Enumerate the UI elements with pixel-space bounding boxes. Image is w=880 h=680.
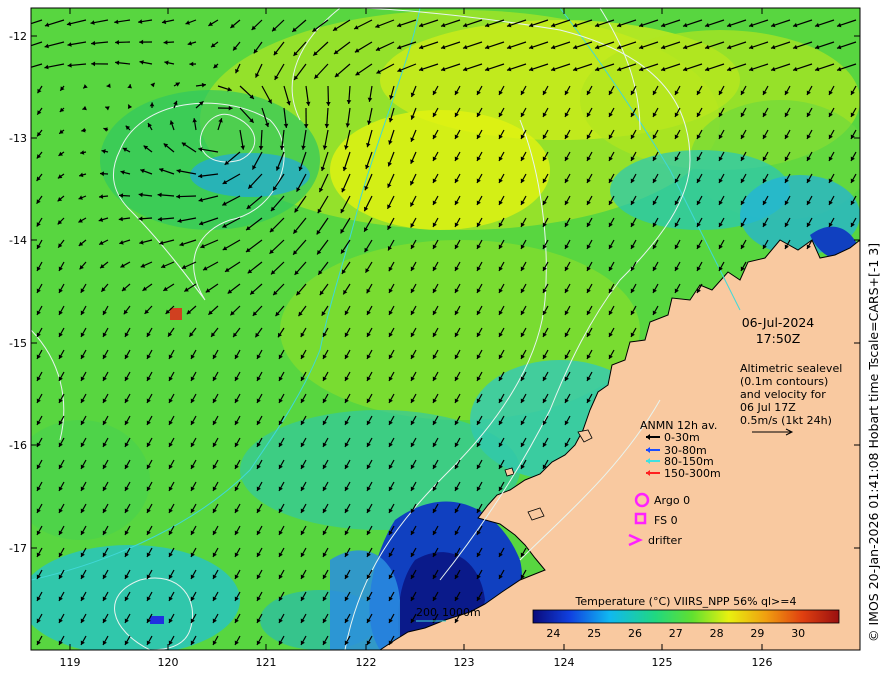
lon-tick-label: 121 [256,656,277,669]
altimetry-line2: (0.1m contours) [740,375,828,388]
map-figure: 119 120 121 122 123 124 125 126 -12 -13 … [0,0,880,680]
bathy-legend-200: 200 [416,606,437,619]
colorbar-tick-label: 26 [628,627,642,640]
colorbar-title: Temperature (°C) VIIRS_NPP 56% ql>=4 [575,595,797,608]
anmn-label: 0-30m [664,431,700,444]
lat-tick-label: -12 [9,30,27,43]
altimetry-line3: and velocity for [740,388,826,401]
lat-tick-label: -14 [9,234,27,247]
time-label: 17:50Z [756,331,801,346]
lon-tick-label: 120 [158,656,179,669]
altimetry-line1: Altimetric sealevel [740,362,842,375]
lon-tick-label: 124 [554,656,575,669]
lat-tick-label: -13 [9,132,27,145]
anmn-label: 150-300m [664,467,721,480]
lon-tick-label: 126 [752,656,773,669]
lat-tick-label: -15 [9,337,27,350]
bathy-legend-1000: 1000m [442,606,481,619]
drifter-label: drifter [648,534,682,547]
colorbar-tick-label: 28 [710,627,724,640]
lat-tick-label: -16 [9,439,27,452]
lon-tick-label: 122 [356,656,377,669]
argo-label: Argo 0 [654,494,690,507]
colorbar-tick-label: 29 [750,627,764,640]
colorbar-tick-label: 25 [587,627,601,640]
fs-label: FS 0 [654,514,678,527]
date-label: 06-Jul-2024 [742,315,815,330]
colorbar-tick-label: 27 [669,627,683,640]
lon-tick-label: 125 [652,656,673,669]
colorbar-tick-label: 24 [546,627,560,640]
velocity-arrowhead [23,66,27,71]
velocity-scale-label: 0.5m/s (1kt 24h) [740,414,832,427]
velocity-arrowhead [23,45,27,49]
colorbar-tick-label: 30 [791,627,805,640]
lon-tick-label: 123 [454,656,475,669]
velocity-arrowhead [23,23,27,27]
credit-text: © IMOS 20-Jan-2026 01:41:08 Hobart time … [866,242,880,642]
altimetry-line4: 06 Jul 17Z [740,401,796,414]
map-canvas: 119 120 121 122 123 124 125 126 -12 -13 … [9,7,861,669]
colorbar [532,609,840,624]
lat-tick-label: -17 [9,542,27,555]
lon-tick-label: 119 [60,656,81,669]
